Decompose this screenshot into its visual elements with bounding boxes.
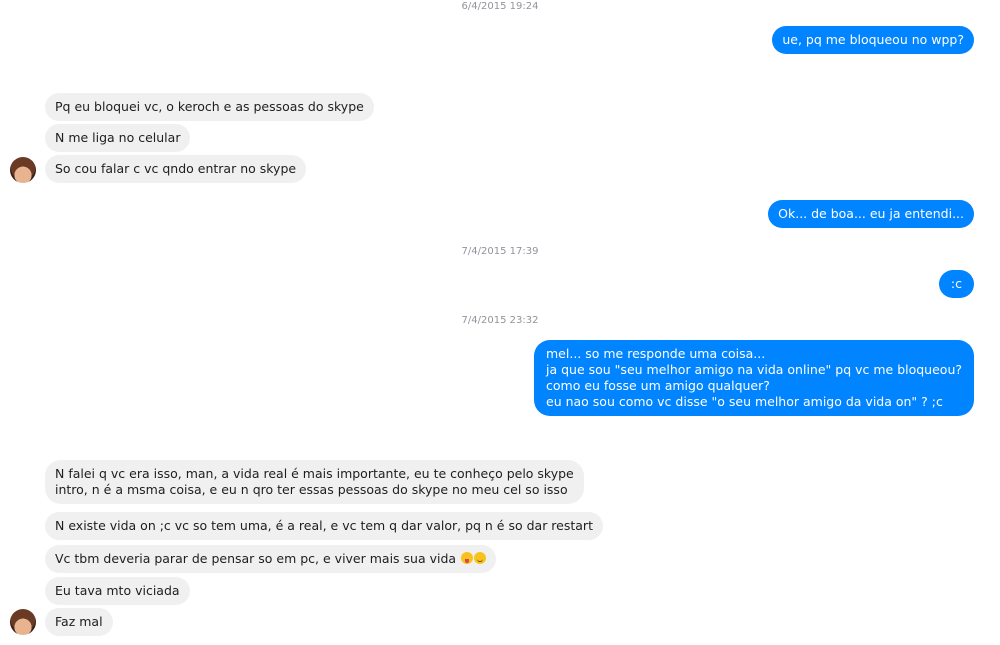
contact-avatar[interactable]	[10, 157, 36, 183]
outgoing-message[interactable]: ue, pq me bloqueou no wpp?	[772, 26, 974, 54]
contact-avatar[interactable]	[10, 609, 36, 635]
incoming-message[interactable]: So cou falar c vc qndo entrar no skype	[45, 155, 307, 183]
outgoing-message[interactable]: :c	[938, 270, 974, 298]
message-text: Vc tbm deveria parar de pensar so em pc,…	[55, 551, 457, 566]
incoming-message[interactable]: Eu tava mto viciada	[45, 577, 190, 605]
timestamp: 6/4/2015 19:24	[461, 1, 539, 12]
timestamp: 7/4/2015 17:39	[461, 246, 539, 257]
outgoing-message[interactable]: mel... so me responde uma coisa... ja qu…	[534, 340, 974, 416]
incoming-message[interactable]: Faz mal	[45, 608, 113, 636]
face-with-tongue-icon	[461, 552, 474, 564]
incoming-message[interactable]: N falei q vc era isso, man, a vida real …	[45, 460, 584, 504]
incoming-message[interactable]: N me liga no celular	[45, 124, 191, 152]
incoming-message[interactable]: Pq eu bloquei vc, o keroch e as pessoas …	[45, 93, 374, 121]
outgoing-message[interactable]: Ok... de boa... eu ja entendi...	[768, 200, 974, 228]
timestamp: 7/4/2015 23:32	[461, 315, 539, 326]
winking-face-icon	[474, 552, 487, 564]
incoming-message[interactable]: Vc tbm deveria parar de pensar so em pc,…	[45, 545, 497, 573]
incoming-message[interactable]: N existe vida on ;c vc so tem uma, é a r…	[45, 512, 603, 540]
